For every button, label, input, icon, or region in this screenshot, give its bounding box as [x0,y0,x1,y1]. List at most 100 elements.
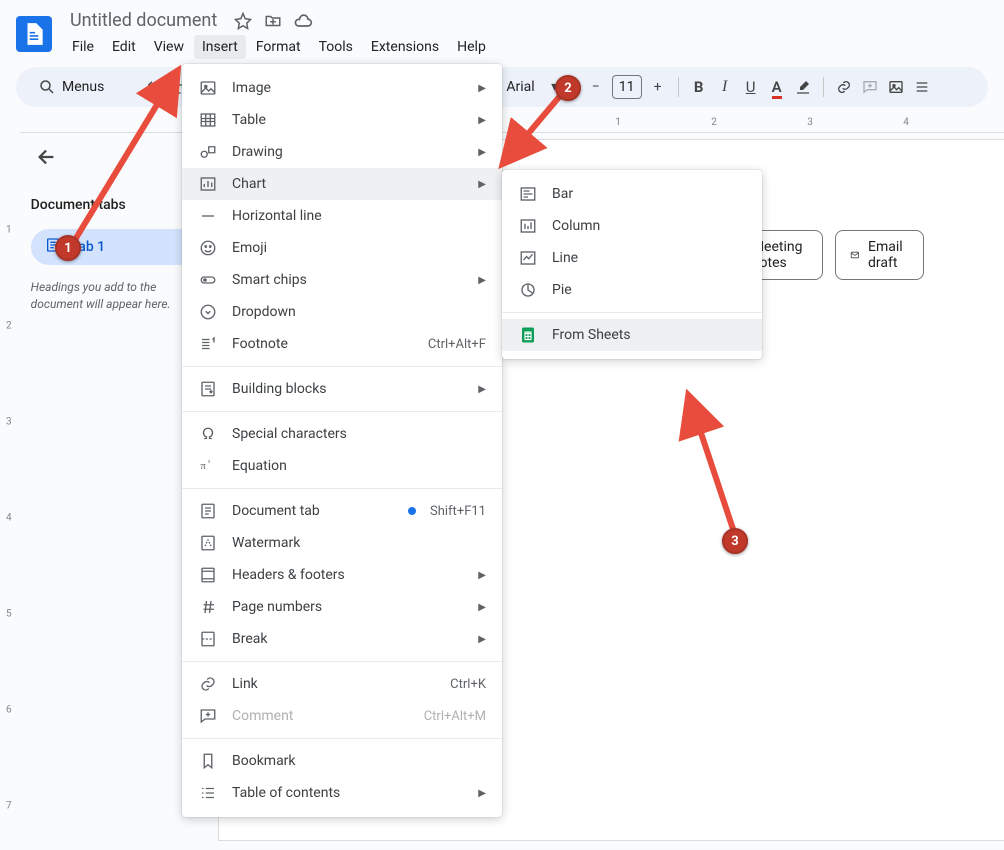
menuitem-document-tab[interactable]: Document tab Shift+F11 [182,495,502,527]
submenuitem-bar[interactable]: Bar [502,178,762,210]
italic-button[interactable]: I [715,77,735,97]
ruler-mark: 1 [615,117,621,128]
menuitem-table[interactable]: Table▶ [182,104,502,136]
menuitem-label: Special characters [232,426,486,442]
bar-h-icon [518,184,538,204]
submenuitem-label: Line [552,250,746,266]
font-family-selector[interactable]: Arial [502,79,538,95]
vertical-ruler[interactable]: 1 2 3 4 5 6 7 [0,130,7,850]
menuitem-label: Image [232,80,464,96]
cloud-status-icon[interactable] [293,11,313,31]
submenu-arrow-icon: ▶ [478,147,486,158]
search-menus-label: Menus [62,79,104,95]
pie-icon [518,280,538,300]
menuitem-label: Document tab [232,503,386,519]
menuitem-break[interactable]: Break▶ [182,623,502,655]
line-icon [518,248,538,268]
menu-tools[interactable]: Tools [311,35,361,59]
font-size-increase-button[interactable]: + [648,77,668,97]
menuitem-shortcut: Ctrl+Alt+F [428,337,486,352]
annotation-1: 1 [55,235,81,261]
email-draft-chip[interactable]: Email draft [835,230,924,280]
headers-icon [198,565,218,585]
menuitem-shortcut: Shift+F11 [430,504,486,519]
menuitem-drawing[interactable]: Drawing▶ [182,136,502,168]
submenuitem-label: Bar [552,186,746,202]
chip-label: Email draft [868,239,909,271]
font-size-input[interactable]: 11 [612,75,642,99]
hash-icon [198,597,218,617]
highlight-color-button[interactable] [793,77,813,97]
hline-icon [198,206,218,226]
menuitem-label: Headers & footers [232,567,464,583]
menuitem-headers-footers[interactable]: Headers & footers▶ [182,559,502,591]
star-icon[interactable] [233,11,253,31]
menuitem-link[interactable]: LinkCtrl+K [182,668,502,700]
bold-button[interactable]: B [689,77,709,97]
insert-menu-popup: Image▶Table▶Drawing▶Chart▶Horizontal lin… [182,64,502,817]
vruler-mark: 5 [6,609,12,620]
menuitem-shortcut: Ctrl+Alt+M [424,709,486,724]
menuitem-label: Building blocks [232,381,464,397]
image-icon [198,78,218,98]
menu-insert[interactable]: Insert [194,35,246,59]
menuitem-chart[interactable]: Chart▶ [182,168,502,200]
insert-image-button[interactable] [886,77,906,97]
menuitem-table-of-contents[interactable]: Table of contents▶ [182,777,502,809]
annotation-3: 3 [722,528,748,554]
font-size-decrease-button[interactable]: − [586,77,606,97]
app-root: Untitled document FileEditViewInsertForm… [0,0,1004,850]
underline-button[interactable]: U [741,77,761,97]
menuitem-label: Horizontal line [232,208,486,224]
menu-help[interactable]: Help [449,35,494,59]
submenu-arrow-icon: ▶ [478,384,486,395]
menu-file[interactable]: File [64,35,102,59]
menu-edit[interactable]: Edit [104,35,144,59]
menu-extensions[interactable]: Extensions [363,35,447,59]
vruler-mark: 7 [6,801,12,812]
table-icon [198,110,218,130]
docs-logo[interactable] [16,16,52,52]
back-arrow-icon[interactable] [31,146,63,173]
menuitem-smart-chips[interactable]: Smart chips▶ [182,264,502,296]
toolbar-overflow-icon[interactable] [912,77,932,97]
undo-icon[interactable] [144,77,164,97]
menu-format[interactable]: Format [248,35,309,59]
menuitem-emoji[interactable]: Emoji [182,232,502,264]
menuitem-label: Page numbers [232,599,464,615]
menu-bar: FileEditViewInsertFormatToolsExtensionsH… [64,35,494,59]
submenuitem-line[interactable]: Line [502,242,762,274]
menuitem-footnote[interactable]: Footnote Ctrl+Alt+F [182,328,502,360]
menuitem-label: Table [232,112,464,128]
menuitem-page-numbers[interactable]: Page numbers▶ [182,591,502,623]
submenuitem-label: Column [552,218,746,234]
menuitem-special-characters[interactable]: Special characters [182,418,502,450]
menuitem-building-blocks[interactable]: Building blocks ▶ [182,373,502,405]
menuitem-label: Dropdown [232,304,486,320]
text-color-button[interactable]: A [767,77,787,97]
add-comment-button[interactable] [860,77,880,97]
submenu-arrow-icon: ▶ [478,634,486,645]
doc-title[interactable]: Untitled document [64,8,223,33]
menuitem-label: Footnote [232,336,414,352]
menuitem-label: Smart chips [232,272,464,288]
submenuitem-column[interactable]: Column [502,210,762,242]
chart-icon [198,174,218,194]
menuitem-label: Watermark [232,535,486,551]
submenu-arrow-icon: ▶ [478,179,486,190]
doctab-icon [198,501,218,521]
insert-link-button[interactable] [834,77,854,97]
menuitem-watermark[interactable]: Watermark [182,527,502,559]
menu-view[interactable]: View [146,35,192,59]
menuitem-image[interactable]: Image▶ [182,72,502,104]
menuitem-bookmark[interactable]: Bookmark [182,745,502,777]
menuitem-horizontal-line[interactable]: Horizontal line [182,200,502,232]
menuitem-equation[interactable]: π²Equation [182,450,502,482]
vruler-mark: 4 [6,513,12,524]
ruler-mark: 2 [711,117,717,128]
search-menus-button[interactable]: Menus [26,72,116,102]
submenuitem-pie[interactable]: Pie [502,274,762,306]
menuitem-dropdown[interactable]: Dropdown [182,296,502,328]
submenuitem-from-sheets[interactable]: From Sheets [502,319,762,351]
move-icon[interactable] [263,11,283,31]
